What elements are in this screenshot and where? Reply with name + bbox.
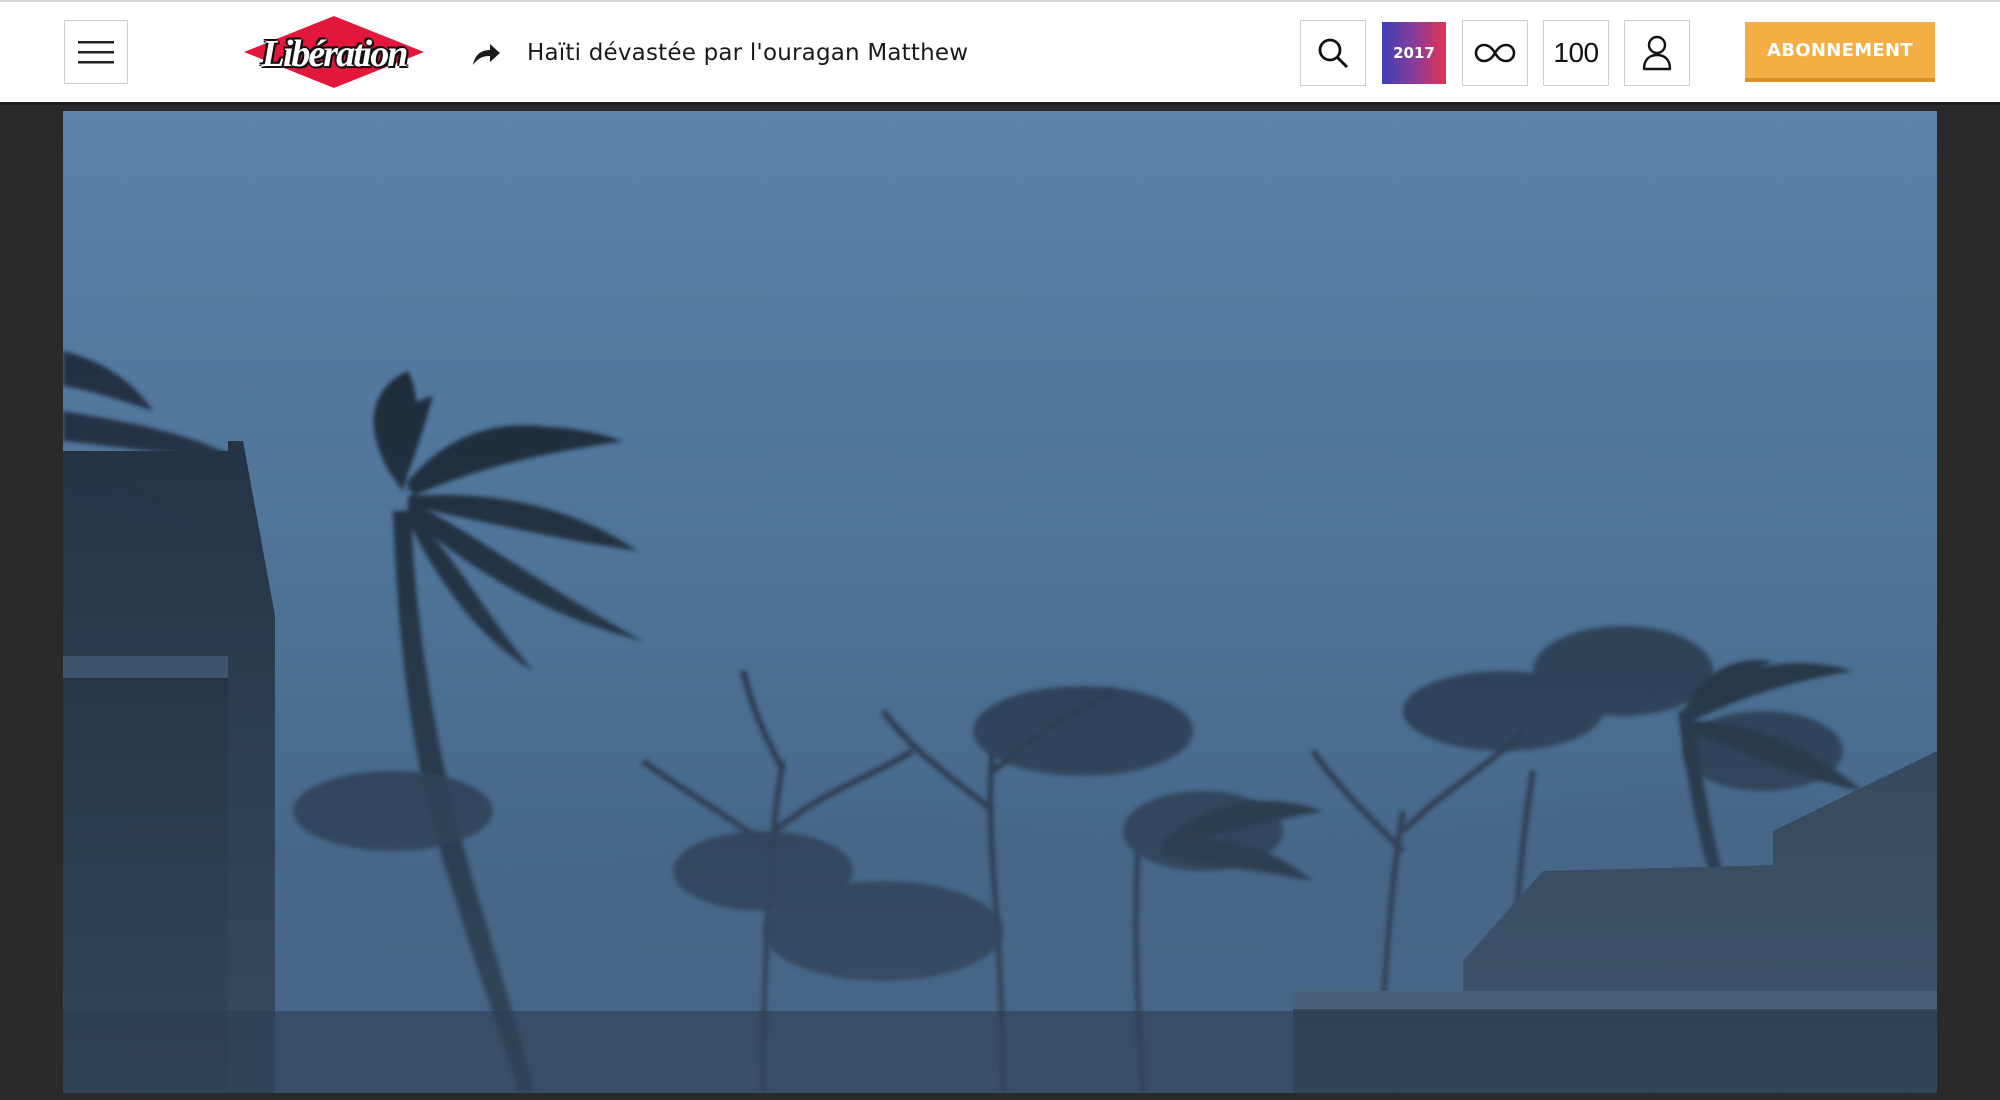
share-arrow-icon	[473, 44, 500, 65]
site-header: Libération Haïti dévastée par l'ouragan …	[0, 0, 2000, 102]
search-button[interactable]	[1300, 20, 1366, 86]
infinity-button[interactable]	[1462, 20, 1528, 86]
menu-button[interactable]	[64, 20, 128, 84]
hamburger-menu-icon	[78, 41, 114, 64]
account-button[interactable]	[1624, 20, 1690, 86]
search-icon	[1318, 38, 1349, 69]
subscribe-button[interactable]: ABONNEMENT	[1745, 22, 1935, 82]
headline-link[interactable]: Haïti dévastée par l'ouragan Matthew	[527, 40, 968, 66]
election-2017-button[interactable]: 2017	[1382, 22, 1446, 84]
site-logo[interactable]: Libération	[244, 16, 424, 88]
storm-photo	[63, 111, 1937, 1093]
logo-text: Libération	[261, 33, 409, 75]
hundred-button[interactable]: 100	[1543, 20, 1609, 86]
user-icon	[1642, 35, 1672, 71]
infinity-icon	[1474, 43, 1516, 63]
hundred-label: 100	[1553, 37, 1599, 68]
hero-photo	[63, 111, 1937, 1093]
